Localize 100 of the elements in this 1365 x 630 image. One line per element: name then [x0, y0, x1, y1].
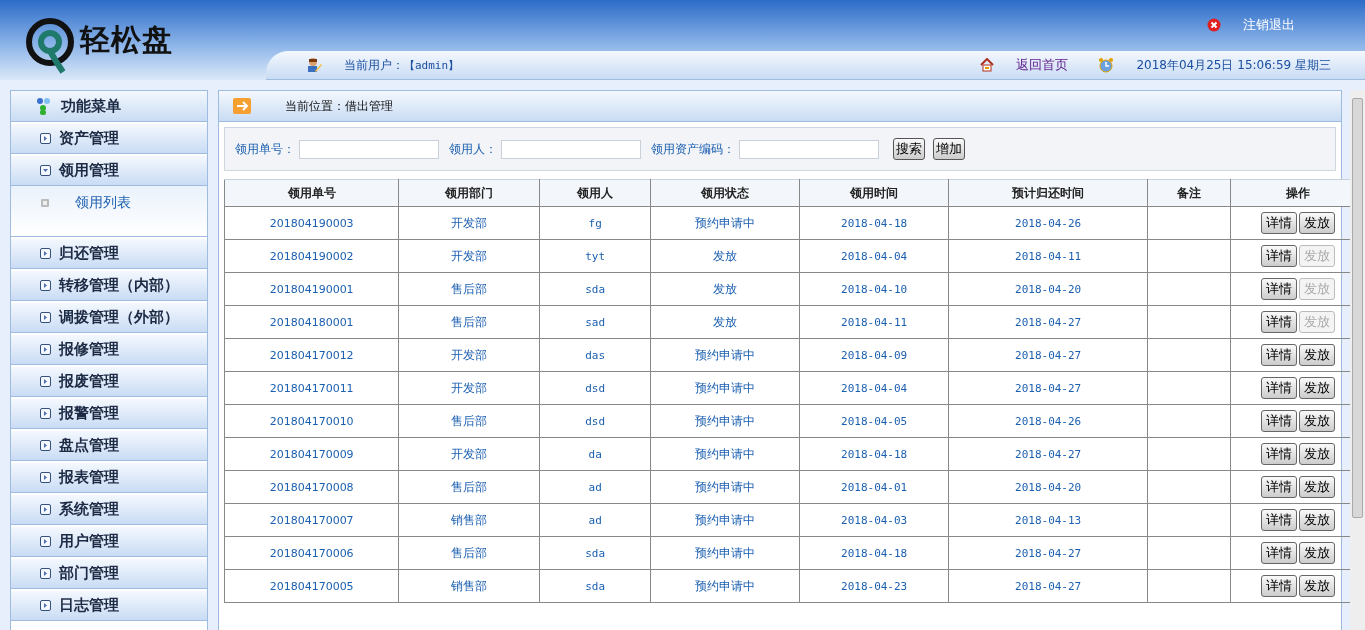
action-button[interactable]: 发放 — [1298, 509, 1335, 531]
caret-right-icon — [40, 248, 51, 259]
action-button[interactable]: 详情 — [1260, 443, 1297, 465]
table-cell: 201804170009 — [224, 437, 399, 471]
action-button[interactable]: 发放 — [1298, 476, 1335, 498]
action-button[interactable]: 详情 — [1260, 311, 1297, 333]
action-button[interactable]: 发放 — [1298, 443, 1335, 465]
table-cell: 2018-04-27 — [948, 305, 1148, 339]
table-cell: 预约申请中 — [650, 470, 800, 504]
submenu-link[interactable]: 领用列表 — [75, 194, 131, 212]
action-button[interactable]: 发放 — [1298, 542, 1335, 564]
table-cell: 预约申请中 — [650, 437, 800, 471]
scrollbar[interactable] — [1350, 90, 1365, 630]
menu-item[interactable]: 报修管理 — [11, 333, 208, 365]
action-button[interactable]: 详情 — [1260, 476, 1297, 498]
table-cell: da — [539, 437, 651, 471]
column-header: 领用人 — [539, 179, 651, 207]
menu-item[interactable]: 转移管理（内部） — [11, 269, 208, 301]
menu-item[interactable]: 调拨管理（外部） — [11, 301, 208, 333]
menu-item[interactable]: 系统管理 — [11, 493, 208, 525]
table-cell: 2018-04-03 — [799, 503, 949, 537]
action-button[interactable]: 发放 — [1298, 410, 1335, 432]
table-cell: 2018-04-26 — [948, 206, 1148, 240]
column-header: 备注 — [1147, 179, 1231, 207]
caret-right-icon — [40, 133, 51, 144]
action-button[interactable]: 详情 — [1260, 377, 1297, 399]
table-cell: ad — [539, 470, 651, 504]
action-button[interactable]: 详情 — [1260, 542, 1297, 564]
menu-item[interactable]: 部门管理 — [11, 557, 208, 589]
action-button[interactable]: 详情 — [1260, 278, 1297, 300]
table-cell: 售后部 — [398, 404, 540, 438]
table-cell: 2018-04-10 — [799, 272, 949, 306]
table-cell: 销售部 — [398, 569, 540, 603]
table-cell: 售后部 — [398, 536, 540, 570]
table-cell: 开发部 — [398, 338, 540, 372]
menu-item[interactable]: 报表管理 — [11, 461, 208, 493]
table-cell: 售后部 — [398, 305, 540, 339]
action-button[interactable]: 详情 — [1260, 212, 1297, 234]
home-icon — [980, 58, 995, 72]
table-cell: 预约申请中 — [650, 503, 800, 537]
search-button[interactable]: 搜索 — [893, 138, 926, 160]
table-cell: 2018-04-27 — [948, 536, 1148, 570]
table-cell: 2018-04-13 — [948, 503, 1148, 537]
column-header: 领用时间 — [799, 179, 949, 207]
menu-item[interactable]: 报警管理 — [11, 397, 208, 429]
action-button[interactable]: 详情 — [1260, 245, 1297, 267]
search-field[interactable] — [501, 139, 642, 159]
field-label: 领用单号： — [235, 140, 296, 158]
menu-item[interactable]: 归还管理 — [11, 237, 208, 269]
search-field[interactable] — [739, 139, 880, 159]
table-cell: 发放 — [650, 305, 800, 339]
table-cell: 开发部 — [398, 371, 540, 405]
action-button[interactable]: 发放 — [1298, 377, 1335, 399]
action-button[interactable]: 详情 — [1260, 509, 1297, 531]
menu-item[interactable]: 报废管理 — [11, 365, 208, 397]
caret-right-icon — [40, 536, 51, 547]
table-cell: 2018-04-18 — [799, 437, 949, 471]
close-icon[interactable] — [1207, 17, 1221, 32]
action-button[interactable]: 发放 — [1298, 344, 1335, 366]
table-cell: 201804190003 — [224, 206, 399, 240]
action-button[interactable]: 详情 — [1260, 410, 1297, 432]
table-cell: 201804170008 — [224, 470, 399, 504]
table-cell: 预约申请中 — [650, 536, 800, 570]
menu-item[interactable]: 日志管理 — [11, 589, 208, 621]
table-cell: 销售部 — [398, 503, 540, 537]
table-cell: 2018-04-04 — [799, 239, 949, 273]
table-cell: 预约申请中 — [650, 569, 800, 603]
table-cell: 201804180001 — [224, 305, 399, 339]
table-cell: 201804190002 — [224, 239, 399, 273]
caret-right-icon — [40, 504, 51, 515]
table-cell: 2018-04-27 — [948, 371, 1148, 405]
table-cell: 2018-04-11 — [948, 239, 1148, 273]
logo-text: 轻松盘 — [80, 20, 173, 59]
menu-item[interactable]: 盘点管理 — [11, 429, 208, 461]
action-button[interactable]: 发放 — [1298, 212, 1335, 234]
table-cell: 2018-04-01 — [799, 470, 949, 504]
column-header: 预计归还时间 — [948, 179, 1148, 207]
table-cell: dsd — [539, 371, 651, 405]
menu-item[interactable]: 领用管理 — [11, 154, 208, 186]
caret-right-icon — [40, 280, 51, 291]
table-cell: dsd — [539, 404, 651, 438]
table-cell: 预约申请中 — [650, 404, 800, 438]
search-button[interactable]: 增加 — [933, 138, 966, 160]
arrow-right-icon — [233, 98, 252, 114]
table-cell: 预约申请中 — [650, 338, 800, 372]
action-button[interactable]: 详情 — [1260, 575, 1297, 597]
caret-right-icon — [40, 472, 51, 483]
column-header: 领用部门 — [398, 179, 540, 207]
table-cell: 2018-04-09 — [799, 338, 949, 372]
action-button[interactable]: 发放 — [1298, 575, 1335, 597]
caret-right-icon — [40, 312, 51, 323]
menu-item[interactable]: 资产管理 — [11, 122, 208, 154]
table-cell: 2018-04-05 — [799, 404, 949, 438]
home-link[interactable]: 返回首页 — [1016, 56, 1069, 74]
table-cell: 预约申请中 — [650, 206, 800, 240]
table-cell: 开发部 — [398, 239, 540, 273]
menu-item[interactable]: 用户管理 — [11, 525, 208, 557]
action-button[interactable]: 详情 — [1260, 344, 1297, 366]
search-field[interactable] — [299, 139, 440, 159]
table-cell: 售后部 — [398, 470, 540, 504]
